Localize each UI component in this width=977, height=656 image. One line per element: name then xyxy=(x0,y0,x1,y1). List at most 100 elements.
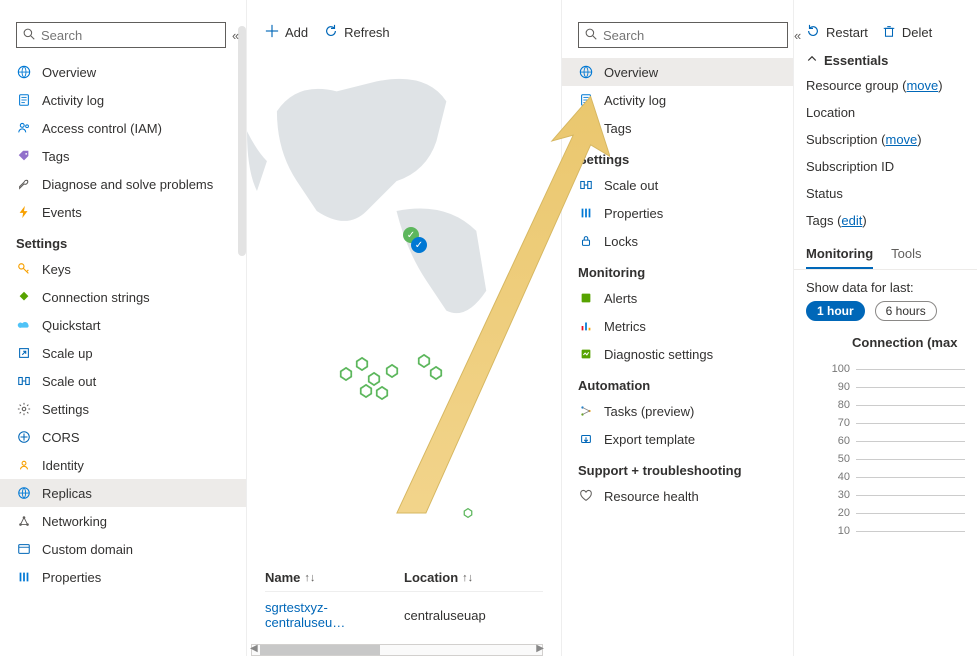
chart-gridline-line xyxy=(856,531,965,532)
restart-button[interactable]: Restart xyxy=(806,24,868,41)
chart-gridline: 40 xyxy=(806,468,965,486)
nav-section-header: Settings xyxy=(0,226,246,255)
nav-section-header: Monitoring xyxy=(562,255,793,284)
essentials-row-label: Location xyxy=(806,105,855,120)
essentials-action-edit[interactable]: edit xyxy=(841,213,862,228)
nav-item-metrics[interactable]: Metrics xyxy=(562,312,793,340)
chart-ylabel: 100 xyxy=(806,363,856,375)
chart-gridline: 90 xyxy=(806,378,965,396)
hex-marker xyxy=(429,223,443,237)
chart-ylabel: 80 xyxy=(806,399,856,411)
nav-section-header: Automation xyxy=(562,368,793,397)
nav-item-label: Settings xyxy=(42,402,89,417)
nav-item-events[interactable]: Events xyxy=(0,198,246,226)
essentials-toggle[interactable]: Essentials xyxy=(794,49,977,72)
scrollbar-thumb[interactable] xyxy=(260,645,380,655)
chart-ylabel: 70 xyxy=(806,417,856,429)
chart-gridline: 20 xyxy=(806,504,965,522)
scroll-arrow-right-icon[interactable]: ▶ xyxy=(536,643,544,654)
network-icon xyxy=(16,513,32,529)
id-icon xyxy=(16,457,32,473)
search-input-right[interactable] xyxy=(578,22,788,48)
map[interactable]: ✓ ✓ xyxy=(247,51,561,564)
plug-icon xyxy=(16,289,32,305)
nav-item-alerts[interactable]: Alerts xyxy=(562,284,793,312)
tab-tools[interactable]: Tools xyxy=(891,246,921,269)
scroll-arrow-left-icon[interactable]: ◀ xyxy=(250,643,258,654)
export-icon xyxy=(578,431,594,447)
chart-ylabel: 60 xyxy=(806,435,856,447)
table-row[interactable]: sgrtestxyz-centraluseu… centraluseuap xyxy=(265,592,543,638)
nav-item-networking[interactable]: Networking xyxy=(0,507,246,535)
chart-gridline: 30 xyxy=(806,486,965,504)
nav-item-replicas[interactable]: Replicas xyxy=(0,479,246,507)
chart-gridline: 100 xyxy=(806,360,965,378)
left-nav: « OverviewActivity logAccess control (IA… xyxy=(0,0,247,656)
delete-button[interactable]: Delet xyxy=(882,24,932,41)
nav-item-label: Scale up xyxy=(42,346,93,361)
search-input-left[interactable] xyxy=(16,22,226,48)
bolt-icon xyxy=(16,204,32,220)
nav-item-quickstart[interactable]: Quickstart xyxy=(0,311,246,339)
show-data-for-label: Show data for last: xyxy=(794,270,977,301)
essentials-row-label: Tags xyxy=(806,213,833,228)
nav-item-diagnose-and-solve-problems[interactable]: Diagnose and solve problems xyxy=(0,170,246,198)
time-range-6-hours[interactable]: 6 hours xyxy=(875,301,937,321)
chevron-up-icon xyxy=(806,53,818,68)
scrollbar-thumb[interactable] xyxy=(238,26,246,256)
chart-ylabel: 20 xyxy=(806,507,856,519)
nav-section-header: Settings xyxy=(562,142,793,171)
tab-monitoring[interactable]: Monitoring xyxy=(806,246,873,269)
nav-item-label: Alerts xyxy=(604,291,637,306)
nav-item-resource-health[interactable]: Resource health xyxy=(562,482,793,510)
map-silhouette xyxy=(247,51,561,351)
chart-gridline-line xyxy=(856,513,965,514)
refresh-button[interactable]: Refresh xyxy=(324,24,390,41)
nav-item-overview[interactable]: Overview xyxy=(0,58,246,86)
replica-link[interactable]: sgrtestxyz-centraluseu… xyxy=(265,600,404,630)
nav-item-keys[interactable]: Keys xyxy=(0,255,246,283)
refresh-label: Refresh xyxy=(344,25,390,40)
nav-item-activity-log[interactable]: Activity log xyxy=(0,86,246,114)
add-button[interactable]: Add xyxy=(265,24,308,41)
nav-item-settings[interactable]: Settings xyxy=(0,395,246,423)
nav-item-scale-out[interactable]: Scale out xyxy=(0,367,246,395)
restart-icon xyxy=(806,24,820,41)
nav-item-identity[interactable]: Identity xyxy=(0,451,246,479)
nav-item-label: Tasks (preview) xyxy=(604,404,694,419)
sort-icon: ↑↓ xyxy=(462,572,473,584)
time-range-1-hour[interactable]: 1 hour xyxy=(806,301,865,321)
col-location-header[interactable]: Location ↑↓ xyxy=(404,570,543,585)
people-icon xyxy=(16,120,32,136)
nav-item-cors[interactable]: CORS xyxy=(0,423,246,451)
nav-item-tags[interactable]: Tags xyxy=(562,114,793,142)
replicas-icon xyxy=(16,485,32,501)
nav-section-header: Support + troubleshooting xyxy=(562,453,793,482)
essentials-row-tags: Tags (edit) xyxy=(794,207,977,234)
nav-item-tasks-preview-[interactable]: Tasks (preview) xyxy=(562,397,793,425)
nav-item-activity-log[interactable]: Activity log xyxy=(562,86,793,114)
horizontal-scrollbar[interactable]: ◀ ▶ xyxy=(251,644,543,656)
nav-item-label: Activity log xyxy=(604,93,666,108)
nav-item-locks[interactable]: Locks xyxy=(562,227,793,255)
nav-item-export-template[interactable]: Export template xyxy=(562,425,793,453)
nav-item-custom-domain[interactable]: Custom domain xyxy=(0,535,246,563)
nav-item-scale-up[interactable]: Scale up xyxy=(0,339,246,367)
essentials-row-status: Status xyxy=(794,180,977,207)
nav-item-overview[interactable]: Overview xyxy=(562,58,793,86)
right-nav: « OverviewActivity logTagsSettingsScale … xyxy=(562,0,794,656)
nav-item-properties[interactable]: Properties xyxy=(562,199,793,227)
refresh-icon xyxy=(324,24,338,41)
col-name-header[interactable]: Name ↑↓ xyxy=(265,570,404,585)
nav-item-access-control-iam-[interactable]: Access control (IAM) xyxy=(0,114,246,142)
nav-item-tags[interactable]: Tags xyxy=(0,142,246,170)
essentials-action-move[interactable]: move xyxy=(886,132,918,147)
nav-item-properties[interactable]: Properties xyxy=(0,563,246,591)
essentials-action-move[interactable]: move xyxy=(906,78,938,93)
nav-item-connection-strings[interactable]: Connection strings xyxy=(0,283,246,311)
lock-icon xyxy=(578,233,594,249)
nav-item-scale-out[interactable]: Scale out xyxy=(562,171,793,199)
nav-item-label: Tags xyxy=(604,121,631,136)
key-icon xyxy=(16,261,32,277)
nav-item-diagnostic-settings[interactable]: Diagnostic settings xyxy=(562,340,793,368)
